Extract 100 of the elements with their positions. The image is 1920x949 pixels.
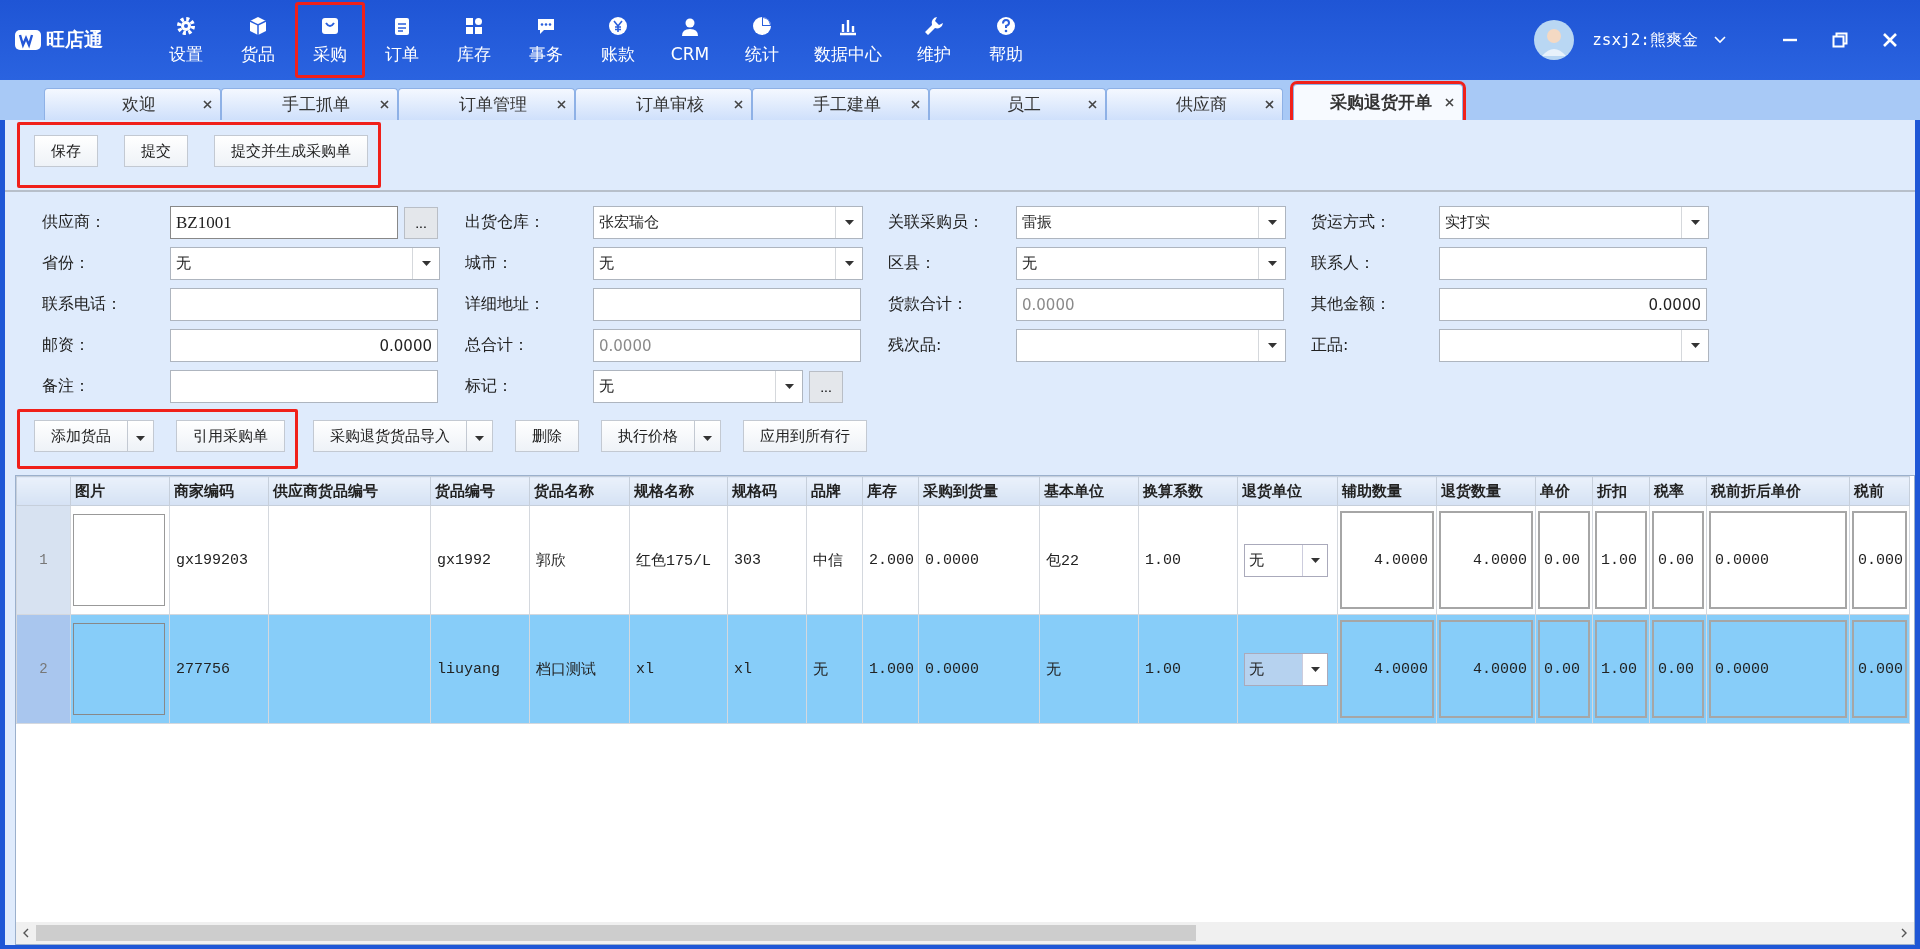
caret-icon — [1310, 666, 1320, 672]
scroll-right-icon[interactable] — [1900, 928, 1908, 938]
horizontal-scrollbar[interactable] — [16, 922, 1914, 944]
tab[interactable]: 采购退货开单 — [1293, 84, 1463, 120]
tab[interactable]: 手工抓单 — [221, 88, 398, 120]
toolbar-button[interactable]: 提交 — [124, 135, 188, 167]
nav-item[interactable]: 事务 — [511, 0, 581, 80]
input-field[interactable] — [170, 370, 438, 403]
close-icon[interactable] — [734, 100, 743, 109]
toolbar-button[interactable]: 提交并生成采购单 — [214, 135, 368, 167]
tab[interactable]: 手工建单 — [752, 88, 929, 120]
toolbar-button[interactable]: 添加货品 — [34, 420, 128, 452]
nav-item[interactable]: 帮助 — [971, 0, 1041, 80]
toolbar-button[interactable]: 删除 — [515, 420, 579, 452]
input-field[interactable]: 0.0000 — [170, 329, 438, 362]
close-icon[interactable] — [557, 100, 566, 109]
input-field[interactable]: 0.0000 — [1439, 288, 1707, 321]
column-header[interactable]: 货品编号 — [430, 476, 530, 506]
column-header[interactable]: 退货单位 — [1237, 476, 1338, 506]
cell-input[interactable]: 0.0000 — [1709, 620, 1847, 718]
cell-input[interactable]: 4.0000 — [1439, 620, 1533, 718]
dropdown[interactable]: 无 — [1244, 652, 1328, 686]
nav-item[interactable]: 设置 — [151, 0, 221, 80]
tab[interactable]: 订单管理 — [398, 88, 575, 120]
input-field[interactable] — [593, 288, 861, 321]
dropdown[interactable]: 无 — [1244, 543, 1328, 577]
dropdown[interactable]: 雷振 — [1016, 206, 1286, 239]
input-field[interactable] — [170, 288, 438, 321]
column-header[interactable]: 规格名称 — [629, 476, 728, 506]
nav-item[interactable]: 订单 — [367, 0, 437, 80]
column-header[interactable]: 库存 — [862, 476, 919, 506]
dropdown-button[interactable] — [695, 420, 721, 452]
cell-input[interactable]: 1.00 — [1595, 620, 1647, 718]
field-label: 区县： — [888, 253, 937, 274]
cell-input[interactable]: 0.000 — [1852, 511, 1907, 609]
cell-input[interactable]: 0.00 — [1652, 620, 1704, 718]
column-header[interactable]: 税前折后单价 — [1706, 476, 1850, 506]
tab[interactable]: 供应商 — [1106, 88, 1283, 120]
column-header[interactable]: 折扣 — [1592, 476, 1650, 506]
cell-input[interactable]: 4.0000 — [1340, 620, 1434, 718]
dropdown[interactable]: 无 — [1016, 247, 1286, 280]
more-button[interactable]: ... — [809, 370, 843, 403]
dropdown[interactable]: 无 — [170, 247, 440, 280]
column-header[interactable]: 退货数量 — [1436, 476, 1536, 506]
input-field[interactable] — [1439, 247, 1707, 280]
more-button[interactable]: ... — [404, 206, 438, 239]
input-field[interactable]: BZ1001 — [170, 206, 398, 239]
column-header[interactable]: 基本单位 — [1039, 476, 1139, 506]
column-header[interactable]: 采购到货量 — [918, 476, 1040, 506]
toolbar-button[interactable]: 保存 — [34, 135, 98, 167]
close-icon[interactable] — [203, 100, 212, 109]
dropdown-button[interactable] — [467, 420, 493, 452]
nav-item[interactable]: 账款 — [583, 0, 653, 80]
toolbar-button[interactable]: 执行价格 — [601, 420, 695, 452]
column-header[interactable]: 供应商货品编号 — [268, 476, 431, 506]
table-cell: xl — [734, 660, 752, 678]
cell-input[interactable]: 4.0000 — [1340, 511, 1434, 609]
nav-item[interactable]: 库存 — [439, 0, 509, 80]
cell-input[interactable]: 0.00 — [1538, 511, 1590, 609]
tab[interactable]: 欢迎 — [44, 88, 221, 120]
cell-input[interactable]: 0.0000 — [1709, 511, 1847, 609]
cell-input[interactable]: 4.0000 — [1439, 511, 1533, 609]
nav-item[interactable]: CRM — [655, 0, 725, 80]
close-icon[interactable] — [1445, 98, 1454, 107]
column-header[interactable]: 图片 — [70, 476, 170, 506]
toolbar-button[interactable]: 引用采购单 — [176, 420, 285, 452]
cell-input[interactable]: 0.00 — [1538, 620, 1590, 718]
column-header[interactable]: 辅助数量 — [1337, 476, 1437, 506]
dropdown[interactable]: 实打实 — [1439, 206, 1709, 239]
close-icon[interactable] — [1088, 100, 1097, 109]
restore-icon[interactable] — [1832, 32, 1848, 48]
nav-item[interactable]: 采购 — [295, 2, 365, 78]
column-header[interactable]: 规格码 — [727, 476, 807, 506]
tab[interactable]: 员工 — [929, 88, 1106, 120]
close-icon[interactable] — [1265, 100, 1274, 109]
column-header[interactable]: 品牌 — [806, 476, 863, 506]
close-icon[interactable] — [911, 100, 920, 109]
nav-item[interactable]: 数据中心 — [799, 0, 897, 80]
cell-input[interactable]: 1.00 — [1595, 511, 1647, 609]
dropdown-button[interactable] — [128, 420, 154, 452]
column-header[interactable]: 单价 — [1535, 476, 1593, 506]
column-header[interactable]: 税前 — [1849, 476, 1910, 506]
cell-input[interactable]: 0.00 — [1652, 511, 1704, 609]
column-header[interactable]: 税率 — [1649, 476, 1707, 506]
scroll-left-icon[interactable] — [22, 928, 30, 938]
column-header[interactable]: 换算系数 — [1138, 476, 1238, 506]
nav-item[interactable]: 维护 — [899, 0, 969, 80]
close-icon[interactable] — [380, 100, 389, 109]
column-header[interactable]: 货品名称 — [529, 476, 630, 506]
nav-item[interactable]: 货品 — [223, 0, 293, 80]
column-header[interactable]: 商家编码 — [169, 476, 269, 506]
toolbar-button[interactable]: 应用到所有行 — [743, 420, 867, 452]
dropdown[interactable]: 无 — [593, 370, 803, 403]
user-menu[interactable]: zsxj2:熊爽金 — [1586, 28, 1732, 52]
nav-item[interactable]: 统计 — [727, 0, 797, 80]
toolbar-button[interactable]: 采购退货货品导入 — [313, 420, 467, 452]
tab[interactable]: 订单审核 — [575, 88, 752, 120]
dropdown[interactable]: 张宏瑞仓 — [593, 206, 863, 239]
cell-input[interactable]: 0.000 — [1852, 620, 1907, 718]
dropdown[interactable]: 无 — [593, 247, 863, 280]
